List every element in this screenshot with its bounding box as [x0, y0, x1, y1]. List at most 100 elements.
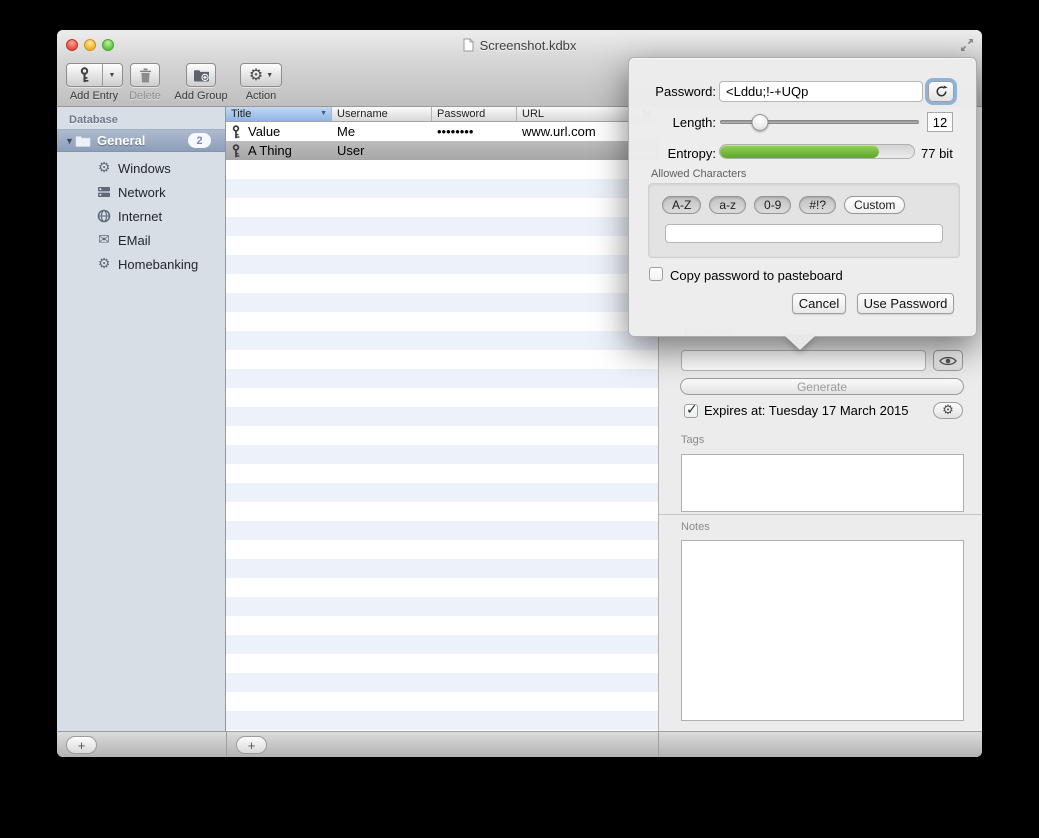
notes-field[interactable]: [681, 540, 964, 721]
entropy-bar: [719, 144, 915, 159]
copy-to-pasteboard-checkbox[interactable]: [649, 267, 663, 281]
sidebar-item-internet[interactable]: Internet: [57, 204, 225, 228]
password-generator-popover: Password: Length: 12 Entropy: 77 bit All…: [628, 57, 977, 337]
cancel-button[interactable]: Cancel: [792, 293, 846, 314]
column-header-password[interactable]: Password: [432, 107, 517, 121]
key-icon: [231, 125, 241, 139]
entry-password-field[interactable]: [681, 350, 926, 371]
add-entry-button[interactable]: ▼ Add Entry: [65, 63, 123, 102]
generated-password-field[interactable]: [719, 81, 923, 102]
eye-icon: [939, 355, 957, 367]
add-group-button[interactable]: Add Group: [169, 63, 233, 102]
regenerate-button[interactable]: [928, 81, 954, 102]
charset-uppercase-button[interactable]: A-Z: [662, 196, 701, 214]
column-header-username[interactable]: Username: [332, 107, 432, 121]
password-label: Password:: [629, 84, 716, 99]
generate-label: Generate: [797, 380, 847, 394]
length-slider[interactable]: [720, 120, 919, 124]
table-header: Title ▼ Username Password URL N: [226, 107, 658, 122]
cell-title: Value: [248, 124, 280, 139]
table-row-selected[interactable]: A Thing User: [226, 141, 658, 160]
gear-icon: ⚙: [249, 67, 263, 83]
charset-custom-button[interactable]: Custom: [844, 196, 905, 214]
server-icon: [95, 186, 113, 198]
action-dropdown-arrow: ▼: [266, 72, 273, 79]
entropy-label: Entropy:: [629, 146, 716, 161]
window-title-area: Screenshot.kdbx: [57, 30, 982, 60]
window-title: Screenshot.kdbx: [480, 38, 577, 53]
tags-field[interactable]: [681, 454, 964, 512]
action-button[interactable]: ⚙ ▼ Action: [238, 63, 284, 102]
expires-checkbox[interactable]: ✓: [684, 404, 698, 418]
sort-arrow-icon: ▼: [320, 110, 327, 117]
gear-icon: ⚙: [95, 161, 113, 175]
length-value[interactable]: 12: [927, 112, 953, 132]
charset-digits-button[interactable]: 0-9: [754, 196, 791, 214]
sidebar-item-general[interactable]: ▼ General 2: [57, 129, 225, 152]
column-header-title[interactable]: Title ▼: [226, 107, 332, 121]
bottom-bar: + +: [57, 731, 982, 757]
sidebar-header: Database: [69, 114, 118, 126]
fullscreen-icon[interactable]: [960, 38, 974, 52]
key-icon: [67, 64, 102, 86]
add-group-label: Add Group: [174, 90, 227, 102]
desktop-background: Screenshot.kdbx ▼ Add Entry: [0, 0, 1039, 838]
bottom-bar-divider: [226, 732, 227, 757]
entropy-bar-fill: [720, 145, 879, 158]
document-icon: [463, 38, 474, 52]
empty-rows-stripes: [226, 160, 658, 731]
sidebar-item-label: EMail: [118, 233, 151, 248]
sidebar-item-homebanking[interactable]: ⚙ Homebanking: [57, 252, 225, 276]
sidebar-item-email[interactable]: ✉ EMail: [57, 228, 225, 252]
length-slider-thumb[interactable]: [752, 114, 769, 131]
custom-characters-field[interactable]: [665, 224, 943, 243]
sidebar-item-label: Network: [118, 185, 166, 200]
delete-button[interactable]: Delete: [127, 63, 163, 102]
disclosure-triangle-icon[interactable]: ▼: [65, 136, 75, 146]
cell-url: www.url.com: [517, 124, 638, 139]
checkmark-icon: ✓: [686, 401, 698, 418]
add-entry-label: Add Entry: [70, 90, 118, 102]
column-header-url[interactable]: URL: [517, 107, 638, 121]
cell-username: Me: [332, 124, 432, 139]
allowed-characters-label: Allowed Characters: [651, 168, 746, 180]
folder-icon: [75, 135, 91, 147]
panel-divider: [659, 514, 982, 515]
tags-label: Tags: [681, 434, 704, 446]
add-group-plus-button[interactable]: +: [66, 736, 97, 754]
sidebar: Database ▼ General 2 ⚙ Windows Network: [57, 107, 226, 731]
sidebar-item-network[interactable]: Network: [57, 180, 225, 204]
charset-symbols-button[interactable]: #!?: [799, 196, 836, 214]
notes-label: Notes: [681, 521, 710, 533]
cell-username: User: [332, 143, 432, 158]
table-row[interactable]: Value Me •••••••• www.url.com: [226, 122, 658, 141]
gear-icon: ⚙: [95, 257, 113, 271]
use-password-button[interactable]: Use Password: [857, 293, 954, 314]
cell-password: ••••••••: [432, 124, 517, 139]
character-sets-box: A-Z a-z 0-9 #!? Custom: [648, 183, 960, 258]
cell-title: A Thing: [248, 143, 292, 158]
length-label: Length:: [629, 115, 716, 130]
envelope-icon: ✉: [95, 233, 113, 247]
copy-to-pasteboard-label: Copy password to pasteboard: [670, 268, 843, 283]
sidebar-item-label: Homebanking: [118, 257, 198, 272]
sidebar-item-windows[interactable]: ⚙ Windows: [57, 156, 225, 180]
add-entry-plus-button[interactable]: +: [236, 736, 267, 754]
refresh-icon: [935, 85, 948, 98]
sidebar-item-label: General: [97, 133, 145, 148]
popover-arrow: [785, 336, 815, 350]
add-entry-dropdown-arrow[interactable]: ▼: [102, 64, 122, 86]
folder-plus-icon: [193, 69, 210, 82]
entropy-bits: 77 bit: [921, 146, 953, 161]
delete-label: Delete: [129, 90, 161, 102]
expires-settings-button[interactable]: ⚙: [933, 402, 963, 419]
trash-icon: [139, 68, 152, 83]
app-window: Screenshot.kdbx ▼ Add Entry: [57, 30, 982, 757]
gear-icon: ⚙: [942, 404, 954, 417]
show-password-button[interactable]: [933, 350, 963, 371]
generate-button[interactable]: Generate: [680, 378, 964, 395]
sidebar-item-label: Internet: [118, 209, 162, 224]
globe-icon: [95, 209, 113, 223]
charset-lowercase-button[interactable]: a-z: [709, 196, 746, 214]
action-label: Action: [246, 90, 277, 102]
